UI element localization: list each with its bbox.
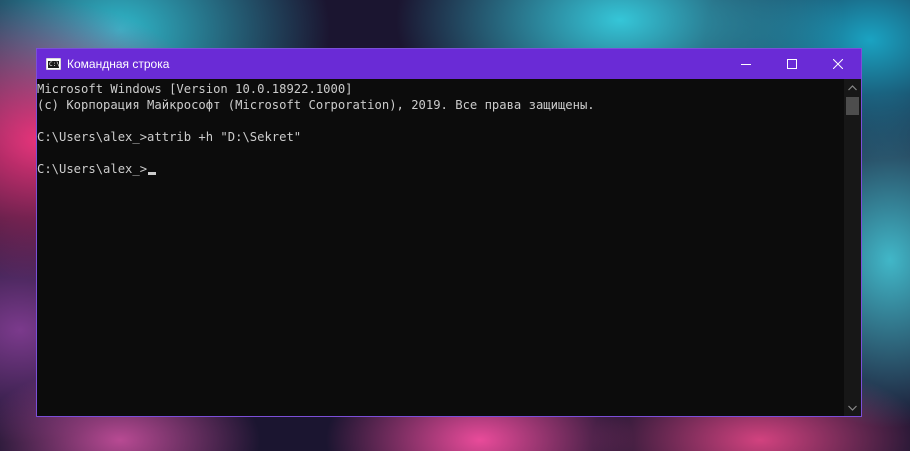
- close-button[interactable]: [815, 49, 861, 79]
- text-cursor: [148, 172, 157, 175]
- console-output[interactable]: Microsoft Windows [Version 10.0.18922.10…: [37, 79, 844, 416]
- command-prompt-window[interactable]: Командная строка Microsoft Windows [Ver: [36, 48, 862, 417]
- console-line: (c) Корпорация Майкрософт (Microsoft Cor…: [37, 98, 595, 112]
- console-line: Microsoft Windows [Version 10.0.18922.10…: [37, 82, 353, 96]
- close-icon: [833, 59, 843, 69]
- window-controls: [723, 49, 861, 79]
- title-bar[interactable]: Командная строка: [37, 49, 861, 79]
- console-prompt-line[interactable]: C:\Users\alex_>: [37, 161, 844, 177]
- minimize-icon: [741, 64, 751, 65]
- chevron-down-icon: [848, 405, 857, 411]
- window-title: Командная строка: [67, 57, 170, 71]
- scroll-up-button[interactable]: [844, 79, 861, 96]
- maximize-button[interactable]: [769, 49, 815, 79]
- console-line: C:\Users\alex_>attrib +h "D:\Sekret": [37, 130, 302, 144]
- scroll-thumb[interactable]: [846, 97, 859, 115]
- cmd-icon: [46, 58, 61, 70]
- chevron-up-icon: [848, 84, 857, 90]
- scroll-down-button[interactable]: [844, 399, 861, 416]
- maximize-icon: [787, 59, 797, 69]
- vertical-scrollbar[interactable]: [844, 79, 861, 416]
- minimize-button[interactable]: [723, 49, 769, 79]
- prompt-text: C:\Users\alex_>: [37, 162, 148, 176]
